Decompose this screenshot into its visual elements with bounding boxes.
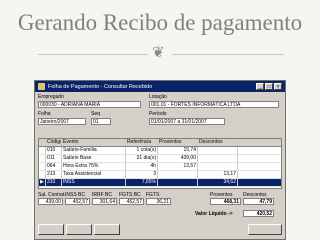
cell-empty [238, 163, 281, 170]
column-header-proventos[interactable]: Proventos [158, 139, 198, 146]
fgts-bc-field[interactable]: 452,57 [119, 198, 144, 205]
cell-descontos[interactable] [198, 155, 238, 162]
close-window-button[interactable] [248, 224, 282, 235]
cell-codigo[interactable]: 310 [46, 179, 62, 186]
column-header-spacer [238, 139, 281, 146]
cell-empty [238, 171, 281, 178]
cell-referencia[interactable]: 4h [126, 163, 158, 170]
empregado-label: Empregado [38, 94, 64, 100]
table-row[interactable]: 213 Taxa Assistencial 3 13,17 [39, 171, 281, 179]
cell-proventos[interactable]: 15,74 [158, 147, 198, 154]
cell-evento[interactable]: Taxa Assistencial [62, 171, 126, 178]
table-row-selected[interactable]: ▶ 310 INSS 7,65% 34,62 [39, 179, 281, 187]
inss-bc-field[interactable]: 452,57 [65, 198, 90, 205]
cell-proventos[interactable] [158, 179, 198, 186]
maximize-button[interactable]: □ [265, 83, 273, 90]
valor-liquido-label: Valor Líquido -> [195, 211, 233, 217]
cell-referencia[interactable]: 1 cota(s) [126, 147, 158, 154]
sal-contrat-field[interactable]: 439,00 [38, 198, 63, 205]
cell-codigo[interactable]: 064 [46, 163, 62, 170]
folha-field[interactable]: Janeiro/2007 [38, 118, 86, 125]
next-record-button[interactable] [94, 224, 120, 235]
table-row[interactable]: 010 Salário-Família 1 cota(s) 15,74 [39, 147, 281, 155]
minimize-button[interactable]: _ [256, 83, 264, 90]
descontos-total-field[interactable]: 47,79 [243, 198, 274, 205]
cell-empty [238, 155, 281, 162]
cell-evento[interactable]: Salário-Família [62, 147, 126, 154]
column-header-evento[interactable]: Evento [62, 139, 126, 146]
proventos-total-field[interactable]: 468,31 [210, 198, 241, 205]
folha-label: Folha [38, 111, 51, 117]
column-header-descontos[interactable]: Descontos [198, 139, 238, 146]
column-header-marker[interactable] [39, 139, 46, 146]
window-titlebar[interactable]: Folha de Pagamento - Consultar Recebido … [35, 81, 285, 92]
cell-proventos[interactable]: 439,00 [158, 155, 198, 162]
events-table: Código Evento Referência Proventos Desco… [38, 138, 282, 189]
cell-descontos[interactable]: 13,17 [198, 171, 238, 178]
table-row[interactable]: 011 Salário Base 31 dia(s) 439,00 [39, 155, 281, 163]
cell-codigo[interactable]: 010 [46, 147, 62, 154]
fgts-field[interactable]: 36,21 [146, 198, 171, 205]
cell-codigo[interactable]: 213 [46, 171, 62, 178]
cell-descontos[interactable]: 34,62 [198, 179, 238, 186]
cell-descontos[interactable] [198, 163, 238, 170]
cell-evento[interactable]: Hora Extra 75% [62, 163, 126, 170]
previous-record-button[interactable] [66, 224, 92, 235]
lotacao-label: Lotação [149, 94, 167, 100]
cell-proventos[interactable]: 13,57 [158, 163, 198, 170]
title-rule-right [172, 54, 284, 55]
ornament-icon: ❦ [152, 44, 165, 61]
payroll-window: Folha de Pagamento - Consultar Recebido … [34, 80, 286, 240]
table-row[interactable]: 064 Hora Extra 75% 4h 13,57 [39, 163, 281, 171]
seq-field[interactable]: 01 [91, 118, 111, 125]
row-marker [39, 155, 46, 162]
cell-evento[interactable]: Salário Base [62, 155, 126, 162]
cell-empty [238, 179, 281, 186]
title-rule-left [38, 54, 148, 55]
periodo-field[interactable]: 01/01/2007 a 31/01/2007 [149, 118, 225, 125]
cell-descontos[interactable] [198, 147, 238, 154]
cell-referencia[interactable]: 31 dia(s) [126, 155, 158, 162]
table-header-row: Código Evento Referência Proventos Desco… [39, 139, 281, 147]
slide-title: Gerando Recibo de pagamento [17, 10, 303, 35]
column-header-referencia[interactable]: Referência [126, 139, 158, 146]
periodo-label: Período [149, 111, 167, 117]
first-record-button[interactable] [38, 224, 64, 235]
row-pointer-icon: ▶ [39, 179, 46, 186]
valor-liquido-field[interactable]: 420,52 [243, 210, 274, 217]
row-marker [39, 171, 46, 178]
cell-referencia[interactable]: 3 [126, 171, 158, 178]
irrf-bc-field[interactable]: 301,64 [92, 198, 117, 205]
cell-referencia[interactable]: 7,65% [126, 179, 158, 186]
row-marker [39, 163, 46, 170]
lotacao-field[interactable]: 001.01 - FORTES INFORMÁTICA LTDA [149, 101, 279, 108]
row-marker [39, 147, 46, 154]
empregado-field[interactable]: 000030 - ADRIANA MARIA [38, 101, 141, 108]
cell-proventos[interactable] [158, 171, 198, 178]
window-title: Folha de Pagamento - Consultar Recebido [48, 83, 153, 90]
cell-codigo[interactable]: 011 [46, 155, 62, 162]
seq-label: Seq [91, 111, 100, 117]
window-app-icon [38, 83, 45, 90]
cell-empty [238, 147, 281, 154]
close-button[interactable]: × [274, 83, 282, 90]
column-header-codigo[interactable]: Código [46, 139, 62, 146]
cell-evento[interactable]: INSS [62, 179, 126, 186]
